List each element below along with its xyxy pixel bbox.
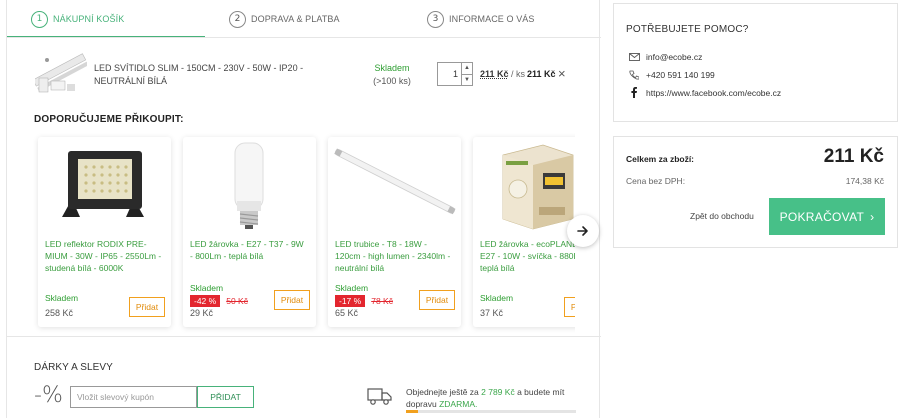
section-divider [7, 336, 601, 337]
quantity-arrows: ▲ ▼ [461, 63, 472, 85]
cart-item-row: LED SVÍTIDLO SLIM - 150CM - 230V - 50W -… [7, 44, 601, 104]
help-email-text[interactable]: info@ecobe.cz [646, 52, 702, 62]
product-card[interactable]: LED žárovka - E27 - T37 - 9W - 800Lm - t… [183, 137, 316, 327]
product-card[interactable]: LED žárovka - ecoPLANET - E27 - 10W - sv… [473, 137, 575, 327]
product-name[interactable]: LED žárovka - E27 - T37 - 9W - 800Lm - t… [190, 238, 308, 262]
arrow-right-icon[interactable] [567, 215, 599, 247]
apply-coupon-button[interactable]: PŘIDAT [197, 386, 254, 408]
product-name[interactable]: LED reflektor RODIX PRE-MIUM - 30W - IP6… [45, 238, 163, 274]
quantity-stepper[interactable]: 1 ▲ ▼ [437, 62, 473, 86]
chevron-right-icon: › [870, 209, 875, 224]
product-name[interactable]: LED žárovka - ecoPLANET - E27 - 10W - sv… [480, 238, 575, 274]
product-stock: Skladem [45, 293, 79, 303]
stock-label: Skladem [374, 63, 410, 73]
phone-icon [628, 70, 640, 80]
quantity-input[interactable]: 1 [438, 63, 461, 85]
product-stock: Skladem [335, 283, 369, 293]
product-card[interactable]: LED trubice - T8 - 18W - 120cm - high lu… [328, 137, 461, 327]
product-price: 29 Kč [190, 308, 214, 318]
help-box: POTŘEBUJETE POMOC? info@ecobe.cz +420 59… [613, 3, 898, 122]
line-total-price: 211 Kč [527, 69, 556, 79]
mail-icon [628, 53, 640, 61]
help-facebook[interactable]: https://www.facebook.com/ecobe.cz [628, 87, 781, 98]
chevron-down-icon[interactable]: ▼ [462, 75, 472, 86]
step-label: DOPRAVA & PLATBA [251, 14, 340, 24]
total-label: Celkem za zboží: [626, 154, 695, 164]
step-info[interactable]: 3 INFORMACE O VÁS [403, 0, 601, 38]
gifts-title: DÁRKY A SLEVY [34, 362, 113, 373]
step-number: 1 [31, 10, 48, 28]
free-shipping-text: Objednejte ještě za 2 789 Kč a budete mí… [406, 386, 581, 410]
product-stock: Skladem [190, 283, 224, 293]
shipping-free-label: ZDARMA. [439, 399, 478, 409]
recommend-title: DOPORUČUJEME PŘIKOUPIT: [34, 114, 184, 125]
cart-item-image[interactable] [32, 48, 89, 98]
continue-button[interactable]: POKRAČOVAT › [769, 198, 885, 235]
product-price: 65 Kč [335, 308, 359, 318]
discount-badge: -17 % [335, 295, 366, 307]
unit-price-suffix: / ks [508, 69, 526, 79]
help-email[interactable]: info@ecobe.cz [628, 52, 702, 62]
product-name[interactable]: LED trubice - T8 - 18W - 120cm - high lu… [335, 238, 453, 274]
step-number: 2 [229, 10, 246, 28]
help-title: POTŘEBUJETE POMOC? [626, 24, 749, 35]
step-number: 3 [427, 10, 444, 28]
help-phone-text[interactable]: +420 591 140 199 [646, 70, 715, 80]
discount-row: -42 % 50 Kč [190, 295, 248, 307]
add-to-cart-button[interactable]: Přidat [129, 297, 165, 317]
step-cart[interactable]: 1 NÁKUPNÍ KOŠÍK [7, 0, 205, 38]
step-label: NÁKUPNÍ KOŠÍK [53, 14, 125, 24]
unit-price: 211 Kč / ks [480, 69, 525, 79]
vat-label: Cena bez DPH: [626, 176, 686, 186]
coupon-input[interactable] [70, 386, 197, 408]
order-summary: Celkem za zboží: 211 Kč Cena bez DPH: 17… [613, 136, 898, 248]
cart-main-panel: 1 NÁKUPNÍ KOŠÍK 2 DOPRAVA & PLATBA 3 INF… [6, 0, 601, 418]
product-image[interactable] [38, 137, 171, 237]
unit-price-value: 211 Kč [480, 69, 509, 79]
step-shipping[interactable]: 2 DOPRAVA & PLATBA [205, 0, 403, 38]
product-price: 258 Kč [45, 308, 74, 318]
total-value: 211 Kč [823, 146, 884, 167]
product-image[interactable] [183, 137, 316, 237]
product-card[interactable]: LED reflektor RODIX PRE-MIUM - 30W - IP6… [38, 137, 171, 327]
old-price: 78 Kč [371, 296, 393, 306]
discount-row: -17 % 78 Kč [335, 295, 393, 307]
free-shipping-progress [406, 410, 576, 413]
step-label: INFORMACE O VÁS [449, 14, 535, 24]
facebook-icon [628, 87, 640, 98]
truck-icon [367, 386, 393, 406]
stock-quantity: (>100 ks) [373, 76, 411, 86]
help-facebook-text[interactable]: https://www.facebook.com/ecobe.cz [646, 88, 781, 98]
product-image[interactable] [328, 137, 461, 237]
shipping-text-before: Objednejte ještě za [406, 387, 482, 397]
cart-item-name[interactable]: LED SVÍTIDLO SLIM - 150CM - 230V - 50W -… [94, 62, 324, 88]
add-to-cart-button[interactable]: Přidat [564, 297, 575, 317]
checkout-steps: 1 NÁKUPNÍ KOŠÍK 2 DOPRAVA & PLATBA 3 INF… [7, 0, 601, 38]
product-price: 37 Kč [480, 308, 504, 318]
product-image[interactable] [473, 137, 575, 237]
discount-badge: -42 % [190, 295, 221, 307]
chevron-up-icon[interactable]: ▲ [462, 63, 472, 75]
shipping-remaining-amount: 2 789 Kč [481, 387, 515, 397]
old-price: 50 Kč [226, 296, 248, 306]
vat-value: 174,38 Kč [845, 176, 884, 186]
stock-status: Skladem (>100 ks) [367, 62, 417, 88]
recommend-carousel: LED reflektor RODIX PRE-MIUM - 30W - IP6… [7, 126, 575, 336]
add-to-cart-button[interactable]: Přidat [274, 290, 310, 310]
add-to-cart-button[interactable]: Přidat [419, 290, 455, 310]
percent-icon: -% [34, 383, 63, 408]
steps-divider [7, 37, 601, 38]
product-stock: Skladem [480, 293, 514, 303]
continue-label: POKRAČOVAT [779, 209, 865, 224]
back-to-shop-link[interactable]: Zpět do obchodu [690, 211, 754, 221]
help-phone[interactable]: +420 591 140 199 [628, 70, 715, 80]
free-shipping-progress-fill [406, 410, 418, 413]
close-icon[interactable]: × [558, 66, 566, 81]
